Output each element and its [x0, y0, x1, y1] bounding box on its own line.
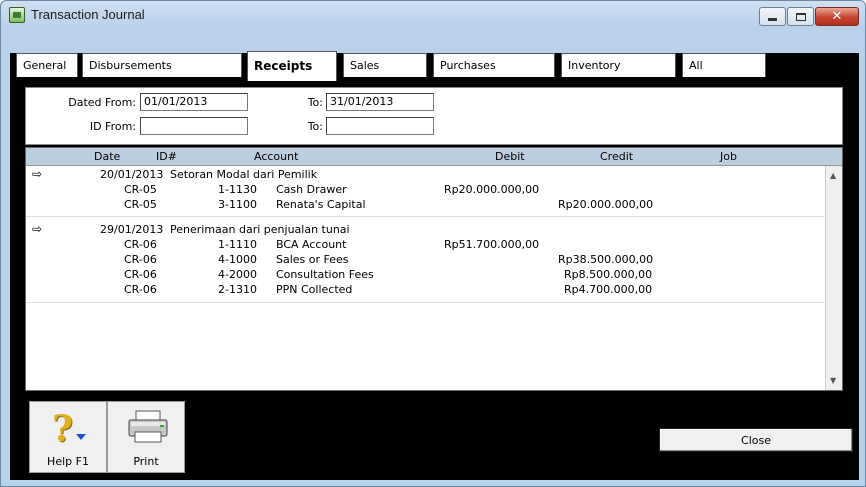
- line-id: CR-05: [124, 198, 157, 211]
- txn-date: 20/01/2013: [100, 168, 164, 181]
- window-title: Transaction Journal: [31, 7, 145, 22]
- minimize-icon: [768, 18, 777, 21]
- zoom-arrow-icon[interactable]: ⇨: [32, 222, 42, 236]
- line-credit: Rp4.700.000,00: [564, 283, 653, 296]
- help-button[interactable]: ? Help F1: [29, 401, 107, 473]
- dated-from-field[interactable]: 01/01/2013: [140, 93, 248, 111]
- print-label: Print: [133, 455, 159, 468]
- transaction-grid: Date ID# Account Debit Credit Job ⇨ 20/0…: [25, 147, 843, 391]
- maximize-icon: [795, 12, 806, 21]
- line-acct-no: 3-1100: [218, 198, 257, 211]
- tab-receipts[interactable]: Receipts: [247, 51, 337, 81]
- tab-general[interactable]: General: [16, 53, 78, 77]
- line-acct-no: 4-1000: [218, 253, 257, 266]
- row-separator: [26, 302, 824, 303]
- minimize-button[interactable]: [759, 7, 786, 26]
- id-to-label: To:: [307, 120, 323, 133]
- tab-label: Purchases: [440, 59, 496, 72]
- tab-disbursements[interactable]: Disbursements: [82, 53, 242, 77]
- col-date[interactable]: Date: [94, 150, 120, 163]
- app-icon: [9, 7, 25, 23]
- printer-icon: [128, 410, 168, 443]
- dated-from-label: Dated From:: [68, 96, 136, 109]
- line-acct-name: BCA Account: [276, 238, 347, 251]
- col-job[interactable]: Job: [720, 150, 737, 163]
- col-account[interactable]: Account: [254, 150, 298, 163]
- close-button[interactable]: Close: [659, 428, 853, 452]
- line-acct-no: 2-1310: [218, 283, 257, 296]
- line-credit: Rp20.000.000,00: [558, 198, 654, 211]
- bottom-toolbar: ? Help F1 Print Close: [25, 401, 853, 473]
- maximize-button[interactable]: [787, 7, 814, 26]
- tab-strip: General Disbursements Receipts Sales Pur…: [10, 31, 859, 86]
- tab-label: Sales: [350, 59, 380, 72]
- tab-purchases[interactable]: Purchases: [433, 53, 555, 77]
- line-id: CR-06: [124, 268, 157, 281]
- line-id: CR-05: [124, 183, 157, 196]
- tab-label: Disbursements: [89, 59, 172, 72]
- line-acct-name: Sales or Fees: [276, 253, 349, 266]
- zoom-arrow-icon[interactable]: ⇨: [32, 167, 42, 181]
- close-window-button[interactable]: ✕: [815, 7, 859, 26]
- vertical-scrollbar[interactable]: ▲ ▼: [825, 166, 842, 390]
- line-acct-name: Renata's Capital: [276, 198, 366, 211]
- filter-panel: Dated From: 01/01/2013 To: 31/01/2013 ID…: [25, 87, 843, 145]
- line-acct-name: Cash Drawer: [276, 183, 347, 196]
- line-acct-no: 1-1110: [218, 238, 257, 251]
- line-id: CR-06: [124, 253, 157, 266]
- line-id: CR-06: [124, 283, 157, 296]
- print-button[interactable]: Print: [107, 401, 185, 473]
- close-icon: ✕: [831, 9, 843, 24]
- col-id[interactable]: ID#: [156, 150, 177, 163]
- tab-label: Inventory: [568, 59, 621, 72]
- tab-sales[interactable]: Sales: [343, 53, 427, 77]
- scroll-up-icon[interactable]: ▲: [830, 171, 836, 180]
- id-from-field[interactable]: [140, 117, 248, 135]
- journal-body: General Disbursements Receipts Sales Pur…: [10, 31, 859, 480]
- help-icon: ?: [52, 408, 74, 450]
- transaction-journal-window: Transaction Journal ✕ General Disburseme…: [0, 0, 866, 487]
- col-debit[interactable]: Debit: [495, 150, 525, 163]
- txn-memo: Penerimaan dari penjualan tunai: [170, 223, 350, 236]
- line-credit: Rp38.500.000,00: [558, 253, 654, 266]
- row-separator: [26, 216, 824, 217]
- line-acct-name: PPN Collected: [276, 283, 353, 296]
- tab-all[interactable]: All: [682, 53, 766, 77]
- line-id: CR-06: [124, 238, 157, 251]
- scroll-down-icon[interactable]: ▼: [830, 376, 836, 385]
- dated-to-field[interactable]: 31/01/2013: [326, 93, 434, 111]
- tab-label: General: [23, 59, 67, 72]
- title-bar[interactable]: Transaction Journal ✕: [1, 1, 865, 31]
- tab-label: Receipts: [254, 59, 313, 73]
- txn-date: 29/01/2013: [100, 223, 164, 236]
- dated-to-label: To:: [307, 96, 323, 109]
- tab-label: All: [689, 59, 703, 72]
- tab-inventory[interactable]: Inventory: [561, 53, 676, 77]
- grid-header: Date ID# Account Debit Credit Job: [26, 148, 842, 166]
- line-acct-no: 4-2000: [218, 268, 257, 281]
- line-acct-no: 1-1130: [218, 183, 257, 196]
- col-credit[interactable]: Credit: [600, 150, 633, 163]
- txn-memo: Setoran Modal dari Pemilik: [170, 168, 318, 181]
- line-credit: Rp8.500.000,00: [564, 268, 653, 281]
- line-debit: Rp51.700.000,00: [444, 238, 540, 251]
- id-to-field[interactable]: [326, 117, 434, 135]
- id-from-label: ID From:: [89, 120, 136, 133]
- line-acct-name: Consultation Fees: [276, 268, 374, 281]
- line-debit: Rp20.000.000,00: [444, 183, 540, 196]
- help-label: Help F1: [47, 455, 89, 468]
